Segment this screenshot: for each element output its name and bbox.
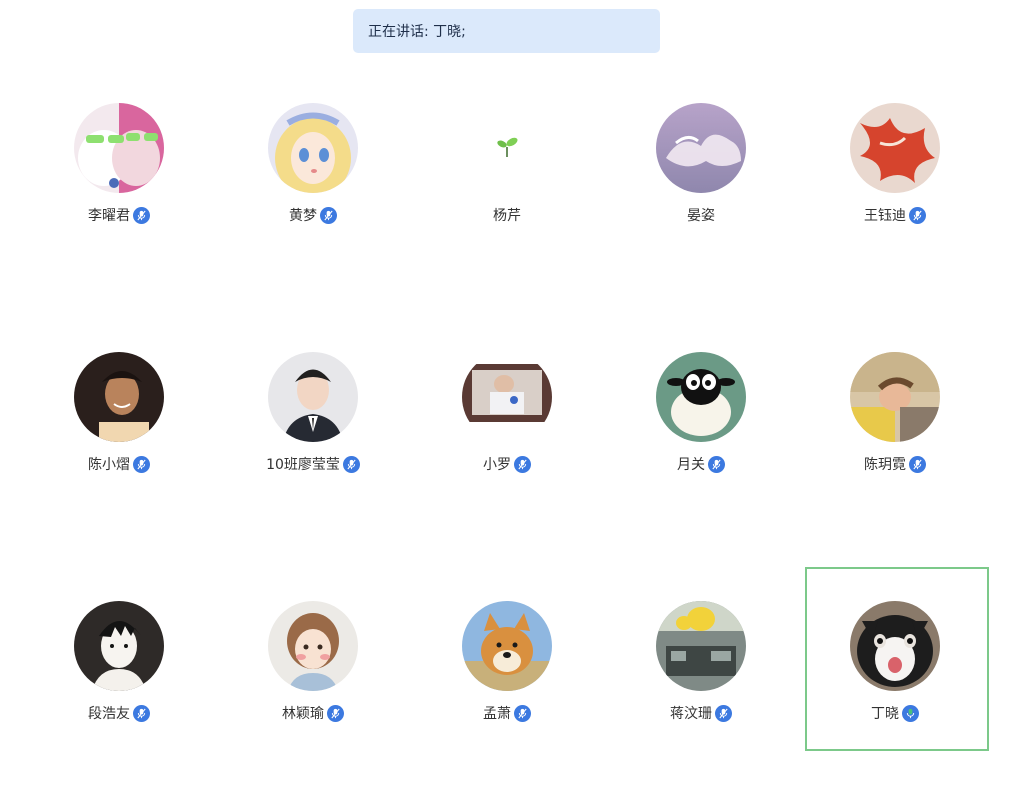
avatar [462, 601, 552, 691]
avatar [268, 601, 358, 691]
mic-muted-icon[interactable] [320, 206, 337, 224]
avatar [74, 352, 164, 442]
speaking-banner-label: 正在讲话: 丁晓; [368, 24, 466, 40]
participant-tile[interactable]: 小罗 [410, 314, 604, 563]
participant-tile[interactable]: 陈玥霓 [798, 314, 992, 563]
mic-muted-icon[interactable] [327, 704, 344, 722]
avatar [74, 103, 164, 193]
participant-name: 王钰迪 [864, 208, 906, 224]
participant-name: 黄梦 [289, 208, 317, 224]
speaking-banner: 正在讲话: 丁晓; [353, 9, 660, 53]
participant-tile[interactable]: 黄梦 [216, 65, 410, 314]
participant-name: 林颖瑜 [282, 706, 324, 722]
mic-muted-icon[interactable] [514, 455, 531, 473]
participant-name: 杨芹 [493, 208, 521, 224]
participant-tile[interactable]: 孟萧 [410, 563, 604, 812]
participant-name: 李曜君 [88, 208, 130, 224]
participant-tile[interactable]: 晏姿 [604, 65, 798, 314]
avatar [74, 601, 164, 691]
mic-muted-icon[interactable] [133, 704, 150, 722]
participant-name: 陈玥霓 [864, 457, 906, 473]
participant-name: 丁晓 [871, 706, 899, 722]
participant-tile[interactable]: 段浩友 [22, 563, 216, 812]
mic-muted-icon[interactable] [715, 704, 732, 722]
participant-name: 蒋汶珊 [670, 706, 712, 722]
avatar [656, 103, 746, 193]
mic-muted-icon[interactable] [514, 704, 531, 722]
avatar [656, 601, 746, 691]
participant-grid: 李曜君 黄梦 杨芹 晏姿 王钰迪 陈小熠 10班廖莹莹 小罗 月关 陈玥霓 段浩… [22, 65, 992, 812]
avatar [268, 352, 358, 442]
mic-muted-icon[interactable] [342, 455, 360, 473]
avatar [268, 103, 358, 193]
participant-name: 小罗 [483, 457, 511, 473]
participant-tile[interactable]: 杨芹 [410, 65, 604, 314]
participant-name: 月关 [677, 457, 705, 473]
avatar [462, 103, 552, 193]
mic-muted-icon[interactable] [133, 455, 150, 473]
mic-muted-icon[interactable] [133, 206, 150, 224]
participant-tile[interactable]: 陈小熠 [22, 314, 216, 563]
mic-muted-icon[interactable] [909, 206, 926, 224]
participant-tile[interactable]: 月关 [604, 314, 798, 563]
avatar [462, 352, 552, 442]
avatar [850, 103, 940, 193]
participant-tile[interactable]: 李曜君 [22, 65, 216, 314]
avatar [850, 352, 940, 442]
participant-name: 孟萧 [483, 706, 511, 722]
sprout-icon [462, 103, 552, 193]
participant-name: 10班廖莹莹 [266, 457, 340, 473]
mic-on-icon[interactable] [902, 704, 919, 722]
participant-name: 段浩友 [88, 706, 130, 722]
participant-name: 晏姿 [687, 208, 715, 224]
participant-tile[interactable]: 10班廖莹莹 [216, 314, 410, 563]
avatar [850, 601, 940, 691]
participant-tile[interactable]: 蒋汶珊 [604, 563, 798, 812]
participant-tile-speaking[interactable]: 丁晓 [798, 563, 992, 812]
participant-tile[interactable]: 林颖瑜 [216, 563, 410, 812]
mic-muted-icon[interactable] [909, 455, 926, 473]
participant-tile[interactable]: 王钰迪 [798, 65, 992, 314]
participant-name: 陈小熠 [88, 457, 130, 473]
mic-muted-icon[interactable] [708, 455, 725, 473]
avatar [656, 352, 746, 442]
